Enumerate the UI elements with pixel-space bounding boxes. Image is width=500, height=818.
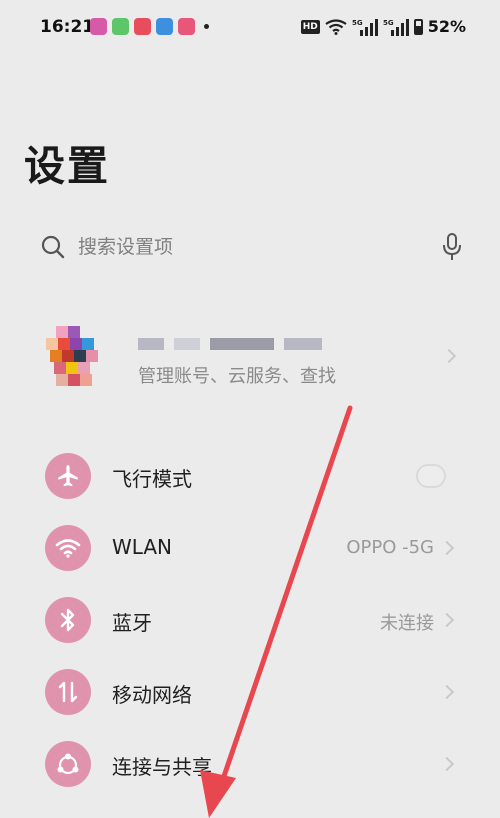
status-time: 16:21 xyxy=(40,17,95,37)
redacted-block xyxy=(210,338,274,350)
settings-item-label: 连接与共享 xyxy=(112,755,212,779)
settings-item-label: 移动网络 xyxy=(112,683,192,707)
chevron-right-icon xyxy=(439,540,455,556)
wifi-icon xyxy=(45,525,91,571)
redacted-block xyxy=(174,338,200,350)
notification-app-icon xyxy=(156,18,173,35)
chevron-right-icon xyxy=(441,348,457,364)
wifi-status-icon xyxy=(325,18,347,35)
notification-app-icon xyxy=(112,18,129,35)
settings-item-value: 未连接 xyxy=(380,613,434,634)
settings-item-bluetooth[interactable]: 蓝牙 未连接 xyxy=(0,584,500,656)
airplane-icon xyxy=(45,453,91,499)
redacted-block xyxy=(284,338,322,350)
settings-item-label: 飞行模式 xyxy=(112,467,192,491)
share-icon xyxy=(45,741,91,787)
svg-text:5G: 5G xyxy=(383,19,394,27)
search-bar[interactable]: 搜索设置项 xyxy=(24,222,476,270)
airplane-mode-toggle[interactable] xyxy=(416,464,446,488)
svg-text:5G: 5G xyxy=(352,19,363,27)
settings-item-value: OPPO -5G xyxy=(346,537,434,558)
notification-app-icons xyxy=(90,18,209,35)
page-title: 设置 xyxy=(24,142,110,190)
notification-app-icon xyxy=(134,18,151,35)
redacted-block xyxy=(138,338,164,350)
signal-strength-icon: 5G xyxy=(383,18,409,36)
settings-item-airplane[interactable]: 飞行模式 xyxy=(0,440,500,512)
chevron-right-icon xyxy=(439,684,455,700)
bluetooth-icon xyxy=(45,597,91,643)
search-icon xyxy=(41,235,65,259)
status-indicators: HD 5G 5G 52% xyxy=(300,17,466,36)
chevron-right-icon xyxy=(439,612,455,628)
more-notifications-dot xyxy=(204,24,209,29)
account-card[interactable]: 管理账号、云服务、查找 xyxy=(24,318,476,394)
battery-icon xyxy=(413,18,423,35)
mobile-data-icon xyxy=(45,669,91,715)
microphone-icon[interactable] xyxy=(442,232,462,262)
status-bar: 16:21 HD 5G 5G 52% xyxy=(0,0,500,56)
account-name-redacted xyxy=(138,338,322,350)
settings-item-mobile-network[interactable]: 移动网络 xyxy=(0,656,500,728)
notification-app-icon xyxy=(178,18,195,35)
settings-item-label: 蓝牙 xyxy=(112,611,152,635)
settings-item-label: WLAN xyxy=(112,535,173,559)
battery-percent: 52% xyxy=(427,17,466,36)
avatar xyxy=(46,326,102,390)
account-subtitle: 管理账号、云服务、查找 xyxy=(138,366,336,387)
signal-strength-icon: 5G xyxy=(352,18,378,36)
settings-item-wlan[interactable]: WLAN OPPO -5G xyxy=(0,512,500,584)
search-input[interactable]: 搜索设置项 xyxy=(78,232,173,259)
settings-item-connection-sharing[interactable]: 连接与共享 xyxy=(0,728,500,800)
chevron-right-icon xyxy=(439,756,455,772)
hd-badge: HD xyxy=(300,19,320,34)
notification-app-icon xyxy=(90,18,107,35)
